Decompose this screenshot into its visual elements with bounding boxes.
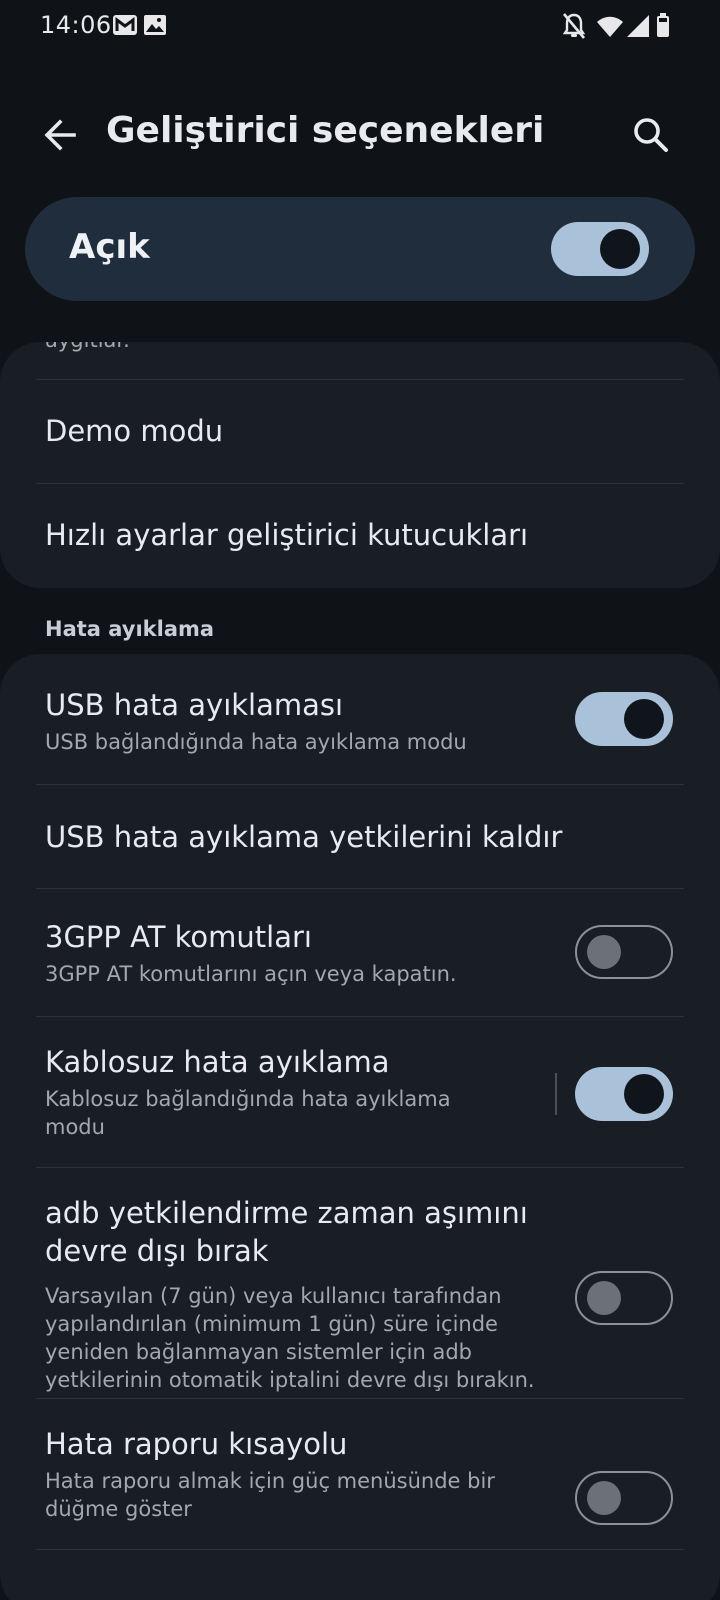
3gpp-at-commands-title: 3GPP AT komutları [45,920,312,954]
master-toggle[interactable] [551,222,649,276]
status-bar: 14:06 [0,0,720,52]
debugging-card: USB hata ayıklaması USB bağlandığında ha… [0,654,720,1600]
image-icon [144,15,166,35]
3gpp-at-commands-toggle[interactable] [575,925,673,979]
usb-debugging-summary: USB bağlandığında hata ayıklama modu [45,730,467,754]
toggle-knob [624,1074,664,1114]
search-icon [634,118,668,152]
wireless-debugging-summary: Kablosuz bağlandığında hata ayıklama mod… [45,1087,451,1139]
demo-mode-title: Demo modu [45,414,224,448]
arrow-left-icon [44,119,76,151]
toggle-knob [600,229,640,269]
quick-settings-tiles-title: Hızlı ayarlar geliştirici kutucukları [45,518,529,552]
adb-auth-timeout-title-line1: adb yetkilendirme zaman aşımını [45,1196,528,1230]
revoke-usb-authorizations-title: USB hata ayıklama yetkilerini kaldır [45,820,563,854]
bug-report-shortcut-title: Hata raporu kısayolu [45,1427,348,1461]
3gpp-at-commands-summary: 3GPP AT komutlarını açın veya kapatın. [45,962,457,986]
screen: 14:06 Geliştirici seçenekleri Açık Demo … [0,0,720,1600]
adb-auth-timeout-summary: Varsayılan (7 gün) veya kullanıcı tarafı… [45,1284,535,1392]
wireless-debugging-toggle[interactable] [575,1067,673,1121]
toggle-knob [587,935,621,969]
adb-auth-timeout-toggle[interactable] [575,1271,673,1325]
master-switch-label: Açık [69,227,150,267]
toggle-knob [624,699,664,739]
page-title: Geliştirici seçenekleri [106,110,545,151]
master-switch-bar[interactable]: Açık [25,197,695,301]
status-time: 14:06 [40,11,112,39]
section-header-debugging: Hata ayıklama [45,617,215,641]
usb-debugging-title: USB hata ayıklaması [45,688,344,722]
gmail-icon [113,15,137,35]
vertical-separator [555,1073,557,1115]
bug-report-shortcut-summary: Hata raporu almak için güç menüsünde bir… [45,1469,495,1521]
top-settings-card: aygıtlar. Demo modu Hızlı ayarlar gelişt… [0,342,720,588]
app-bar: Geliştirici seçenekleri [0,90,720,180]
usb-debugging-toggle[interactable] [575,692,673,746]
wifi-icon [597,16,623,37]
wireless-debugging-title: Kablosuz hata ayıklama [45,1045,390,1079]
toggle-knob [587,1481,621,1515]
bug-report-shortcut-toggle[interactable] [575,1471,673,1525]
divider [36,1549,684,1550]
back-button[interactable] [38,112,84,158]
signal-icon [627,15,649,37]
adb-auth-timeout-title-line2: devre dışı bırak [45,1234,269,1268]
search-button[interactable] [628,112,674,158]
partial-summary: aygıtlar. [45,342,130,354]
toggle-knob [587,1281,621,1315]
notifications-off-icon [562,13,586,39]
battery-icon [657,13,669,37]
